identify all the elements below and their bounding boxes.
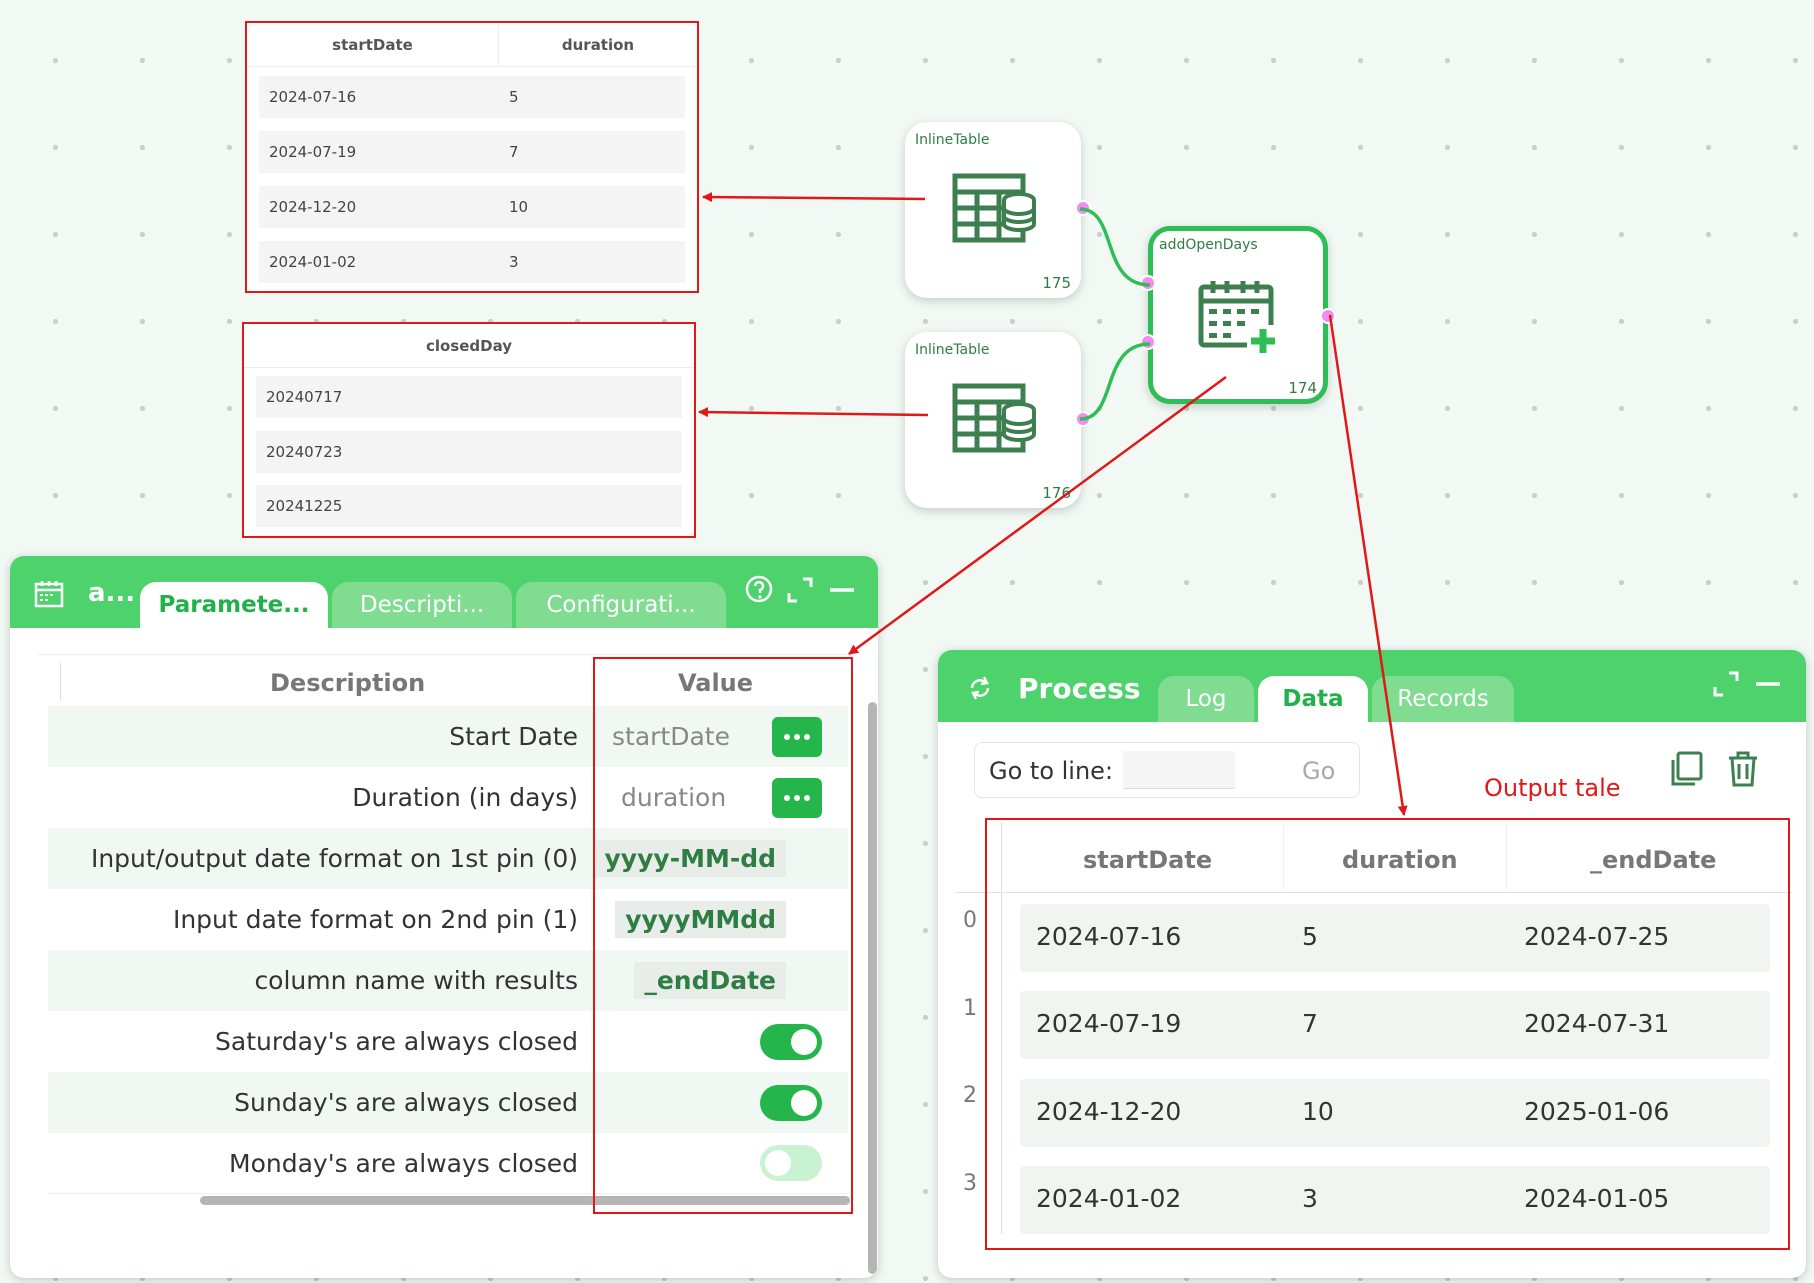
output-pin[interactable] <box>1075 200 1091 216</box>
help-icon[interactable] <box>744 574 774 604</box>
inline-table-node-175[interactable]: InlineTable 175 <box>905 122 1091 298</box>
output-pin[interactable] <box>1075 411 1091 427</box>
cell: 2024-07-16 <box>269 88 357 106</box>
copy-icon[interactable] <box>1668 750 1704 788</box>
param-label: Sunday's are always closed <box>234 1088 578 1117</box>
node-title: InlineTable <box>915 132 990 148</box>
tab-description[interactable]: Descripti... <box>332 582 512 628</box>
goto-line-label: Go to line: <box>989 757 1114 785</box>
table-row: 2024-07-19 7 <box>259 131 685 173</box>
cell: 20241225 <box>266 497 343 515</box>
table-row: 2024-12-20 10 <box>259 186 685 228</box>
input-pin-1[interactable] <box>1140 334 1156 350</box>
tab-data[interactable]: Data <box>1258 676 1368 722</box>
table-row: 20240723 <box>256 431 682 473</box>
cell: 10 <box>509 198 529 216</box>
calendar-icon <box>34 581 64 608</box>
row-index: 1 <box>963 996 977 1021</box>
maximize-icon[interactable] <box>1712 670 1740 698</box>
table-row: 2024-07-16 5 <box>259 76 685 118</box>
cell: 2024-07-19 <box>269 143 357 161</box>
table-row: 20241225 <box>256 485 682 527</box>
node-title: addOpenDays <box>1159 237 1258 253</box>
table-row: 20240717 <box>256 376 682 418</box>
description-header: Description <box>270 669 426 697</box>
param-label: Start Date <box>449 722 578 751</box>
vertical-scrollbar[interactable] <box>868 702 877 1274</box>
panel-header: a... Paramete... Descripti... Configurat… <box>10 556 878 628</box>
cell: 2024-12-20 <box>269 198 357 216</box>
node-id: 176 <box>1042 484 1071 502</box>
tab-parameters[interactable]: Paramete... <box>140 582 328 628</box>
tab-log[interactable]: Log <box>1158 676 1254 722</box>
column-header: closedDay <box>425 336 513 355</box>
node-id: 174 <box>1288 379 1317 397</box>
goto-line-box: Go to line: Go <box>974 742 1360 798</box>
node-id: 175 <box>1042 274 1071 292</box>
param-label: column name with results <box>254 966 578 995</box>
inline-table-preview-1: startDate duration 2024-07-16 5 2024-07-… <box>245 21 699 293</box>
minimize-icon[interactable] <box>1754 670 1782 698</box>
calendar-add-icon <box>1198 281 1279 355</box>
inline-table-icon <box>952 173 1036 243</box>
param-label: Saturday's are always closed <box>215 1027 578 1056</box>
input-pin-0[interactable] <box>1140 275 1156 291</box>
output-table-annotation: Output tale <box>1484 774 1621 802</box>
table-row: 2024-01-02 3 <box>259 241 685 283</box>
param-label: Input/output date format on 1st pin (0) <box>90 844 578 873</box>
process-icon <box>970 676 990 700</box>
trash-icon[interactable] <box>1726 750 1760 788</box>
param-label: Input date format on 2nd pin (1) <box>172 905 578 934</box>
go-button[interactable]: Go <box>1302 757 1335 785</box>
panel-title: a... <box>88 578 136 608</box>
row-index: 0 <box>963 908 977 933</box>
minimize-icon[interactable] <box>828 576 856 604</box>
panel-header: Process Log Data Records <box>938 650 1806 722</box>
add-open-days-node[interactable]: addOpenDays 174 <box>1140 226 1336 404</box>
cell: 20240717 <box>266 388 343 406</box>
param-label: Monday's are always closed <box>229 1148 578 1178</box>
tab-records[interactable]: Records <box>1372 676 1514 722</box>
panel-title: Process <box>1018 672 1141 705</box>
row-index: 3 <box>963 1171 977 1196</box>
goto-line-input[interactable] <box>1123 751 1235 789</box>
row-index: 2 <box>963 1083 977 1108</box>
inline-table-preview-2: closedDay 20240717 20240723 20241225 <box>242 322 696 538</box>
output-pin[interactable] <box>1320 308 1336 324</box>
table-header: closedDay <box>244 324 694 368</box>
value-column-highlight <box>593 657 853 1214</box>
tab-configuration[interactable]: Configurati... <box>516 582 726 628</box>
inline-table-node-176[interactable]: InlineTable 176 <box>905 332 1091 508</box>
table-header: startDate duration <box>247 23 697 67</box>
cell: 3 <box>509 253 519 271</box>
column-header: startDate <box>247 23 499 66</box>
cell: 7 <box>509 143 519 161</box>
node-title: InlineTable <box>915 342 990 358</box>
param-label: Duration (in days) <box>352 783 578 812</box>
cell: 20240723 <box>266 443 343 461</box>
output-table-highlight <box>985 818 1790 1250</box>
maximize-icon[interactable] <box>786 576 814 604</box>
column-header: duration <box>561 35 635 54</box>
cell: 2024-01-02 <box>269 253 357 271</box>
cell: 5 <box>509 88 519 106</box>
inline-table-icon <box>952 383 1036 453</box>
